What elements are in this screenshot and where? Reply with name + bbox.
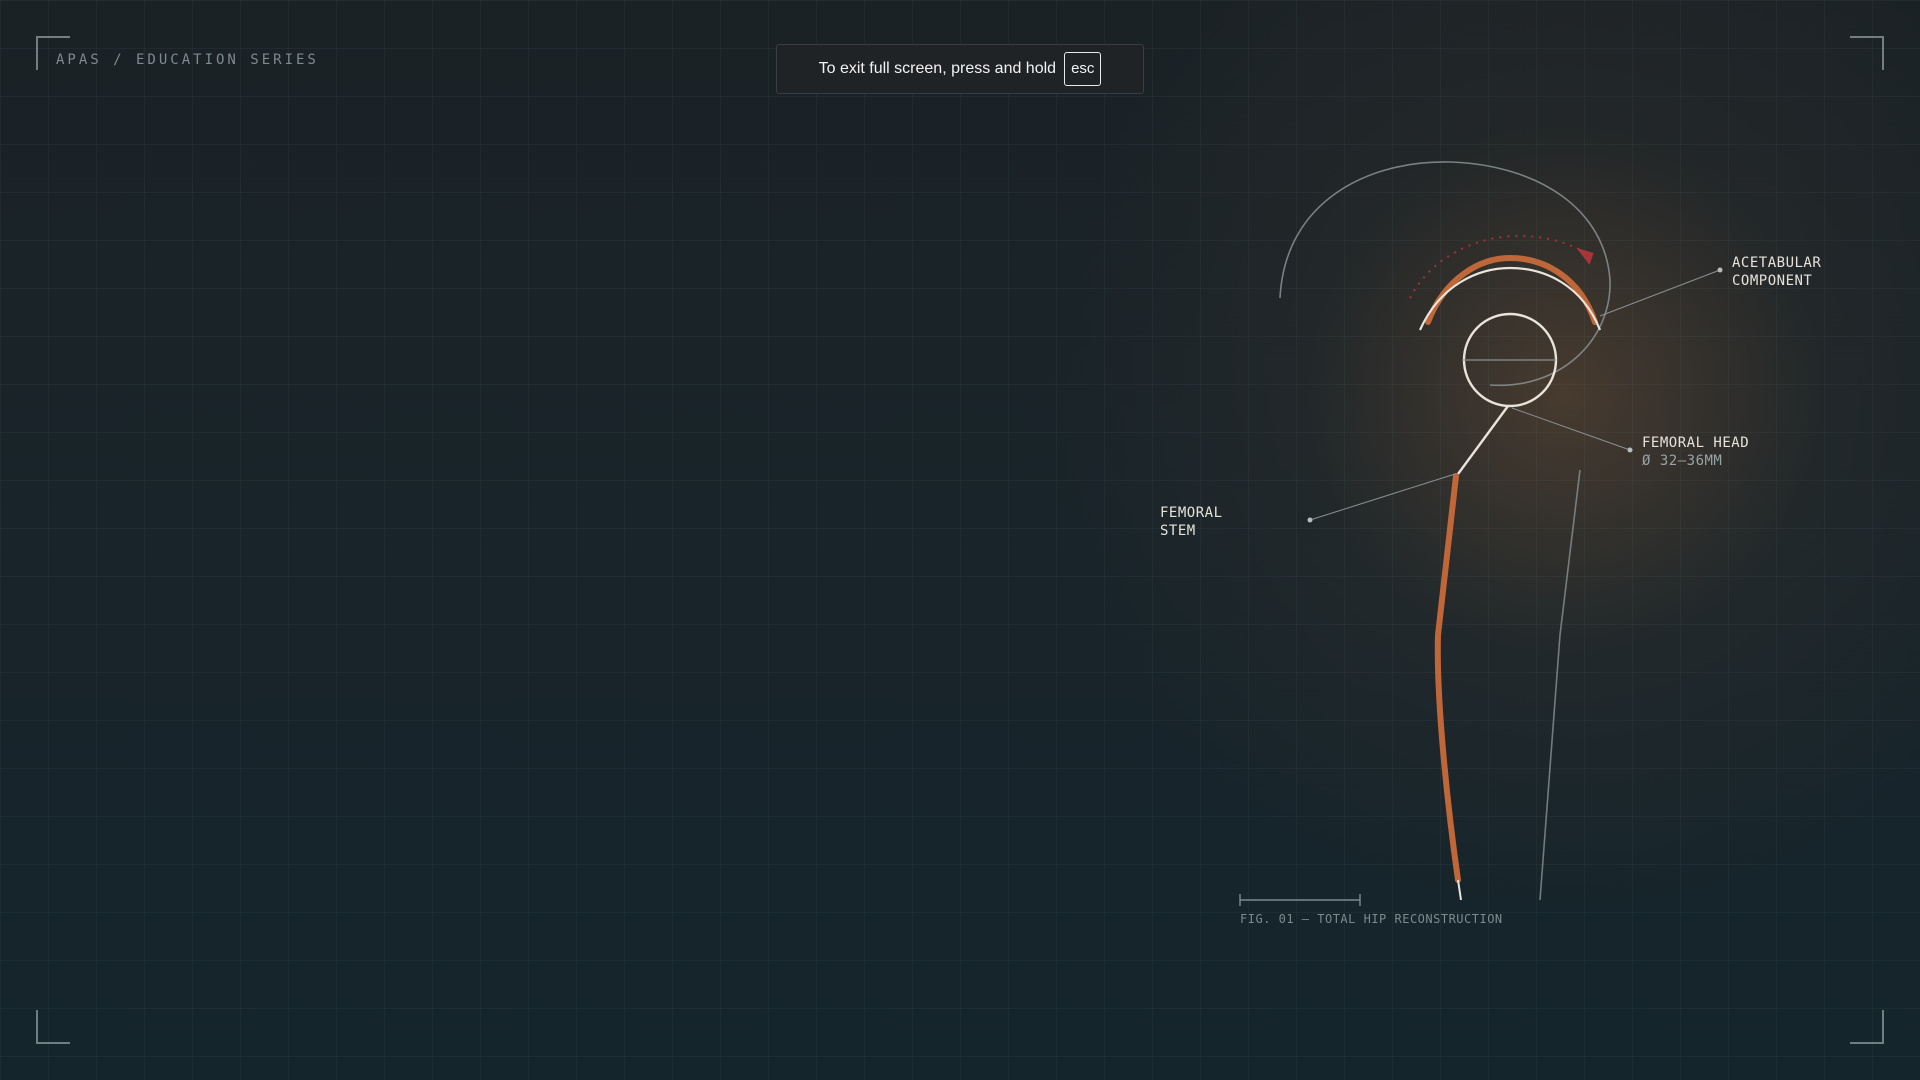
label-femoral-head: FEMORAL HEAD Ø 32–36MM: [1642, 434, 1749, 470]
label-femoral-stem-line-2: STEM: [1160, 523, 1196, 539]
femur-outline: [1539, 469, 1581, 901]
label-femoral-stem-line-1: FEMORAL: [1160, 505, 1223, 521]
acetabular-cup-liner: [1418, 266, 1602, 331]
label-femoral-head-title: FEMORAL HEAD: [1642, 435, 1750, 451]
label-acetabular-line-1: ACETABULAR: [1732, 255, 1822, 271]
label-acetabular-component: ACETABULAR COMPONENT: [1732, 254, 1821, 290]
femoral-stem: [1434, 473, 1461, 883]
hip-implant-diagram: [1239, 161, 1723, 906]
leader-line-acetabular: [1599, 269, 1721, 317]
label-acetabular-line-2: COMPONENT: [1732, 273, 1813, 289]
rotation-arc-dotted: [1409, 234, 1586, 299]
leader-dot-femoral-stem: [1307, 517, 1313, 523]
femoral-neck: [1457, 405, 1509, 475]
leader-dot-femoral-head: [1627, 447, 1633, 453]
figure-caption: FIG. 01 — TOTAL HIP RECONSTRUCTION: [1240, 912, 1503, 926]
leader-line-femoral-head: [1511, 407, 1631, 451]
label-femoral-stem: FEMORAL STEM: [1160, 504, 1223, 540]
leader-line-femoral-stem: [1309, 473, 1456, 521]
femoral-stem-tip: [1457, 879, 1462, 901]
leader-dot-acetabular: [1717, 267, 1723, 273]
label-femoral-head-size: Ø 32–36MM: [1642, 453, 1723, 469]
